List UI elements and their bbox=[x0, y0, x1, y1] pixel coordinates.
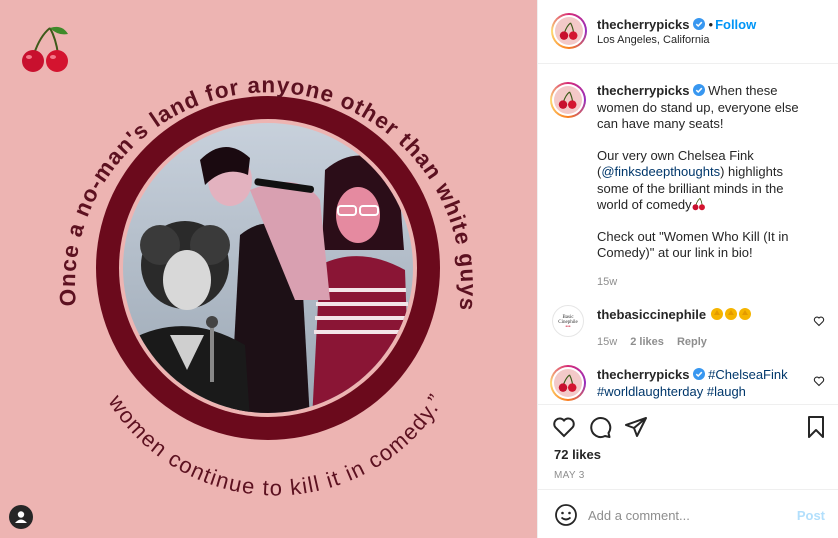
follow-button[interactable]: Follow bbox=[715, 17, 756, 32]
user-tag-icon bbox=[15, 511, 27, 523]
post-button[interactable]: Post bbox=[797, 508, 825, 523]
comment-icon[interactable] bbox=[588, 415, 612, 439]
mention-link[interactable]: @finksdeepthoughts bbox=[601, 164, 720, 179]
avatar[interactable] bbox=[550, 365, 586, 401]
caption-para3: Check out "Women Who Kill (It in Comedy)… bbox=[597, 228, 789, 261]
caption-username[interactable]: thecherrypicks bbox=[597, 83, 690, 98]
verified-icon bbox=[692, 18, 705, 30]
post-date: MAY 3 bbox=[554, 470, 585, 481]
comment-item: Basic Cinephile ••• thebasiccinephile 15… bbox=[550, 305, 835, 355]
comment-username[interactable]: thebasiccinephile bbox=[597, 307, 706, 322]
avatar[interactable] bbox=[551, 13, 587, 49]
bookmark-icon[interactable] bbox=[804, 415, 828, 439]
add-comment-bar: Post bbox=[538, 489, 838, 538]
caption-time: 15w bbox=[597, 275, 618, 288]
location-link[interactable]: Los Angeles, California bbox=[597, 34, 710, 46]
reply-button[interactable]: Reply bbox=[677, 336, 707, 348]
comment-item: thecherrypicks #ChelseaFink #worldlaught… bbox=[550, 365, 835, 404]
cherry-icon bbox=[22, 26, 68, 72]
post-header: thecherrypicks • Follow Los Angeles, Calif… bbox=[538, 0, 838, 64]
poster-graphic: “Once a no-man's land for anyone other t… bbox=[0, 0, 480, 501]
comment-likes[interactable]: 2 likes bbox=[630, 336, 664, 348]
post-panel: thecherrypicks • Follow Los Angeles, Calif… bbox=[537, 0, 838, 538]
verified-icon bbox=[692, 368, 705, 380]
header-username[interactable]: thecherrypicks bbox=[597, 17, 690, 32]
clap-icon bbox=[738, 308, 751, 320]
cherry-icon bbox=[692, 198, 705, 211]
comment-time: 15w bbox=[597, 335, 618, 348]
verified-icon bbox=[692, 84, 705, 96]
hashtag-link[interactable]: #laugh bbox=[707, 384, 746, 399]
heart-icon[interactable] bbox=[813, 315, 825, 327]
post-image[interactable]: “Once a no-man's land for anyone other t… bbox=[0, 0, 537, 538]
user-tag-button[interactable] bbox=[9, 505, 33, 529]
comment-input[interactable] bbox=[588, 503, 788, 527]
hashtag-link[interactable]: #ChelseaFink bbox=[708, 367, 788, 382]
cherry-icon bbox=[558, 374, 577, 392]
cherry-icon bbox=[558, 91, 577, 109]
comment-username[interactable]: thecherrypicks bbox=[597, 367, 690, 382]
likes-count[interactable]: 72 likes bbox=[554, 447, 601, 462]
caption: thecherrypicks When these women do stand… bbox=[550, 82, 835, 312]
avatar[interactable]: Basic Cinephile ••• bbox=[552, 305, 584, 337]
heart-icon[interactable] bbox=[552, 415, 576, 439]
heart-icon[interactable] bbox=[813, 375, 825, 387]
share-icon[interactable] bbox=[624, 415, 648, 439]
avatar[interactable] bbox=[550, 82, 586, 118]
smile-icon[interactable] bbox=[554, 503, 578, 527]
cherry-icon bbox=[559, 22, 578, 40]
comments-list[interactable]: thecherrypicks When these women do stand… bbox=[538, 65, 838, 404]
hashtag-link[interactable]: #worldlaughterday bbox=[597, 384, 703, 399]
clap-icon bbox=[710, 308, 723, 320]
separator-dot: • bbox=[708, 17, 714, 32]
clap-icon bbox=[724, 308, 737, 320]
action-bar: 72 likes MAY 3 bbox=[538, 404, 838, 488]
